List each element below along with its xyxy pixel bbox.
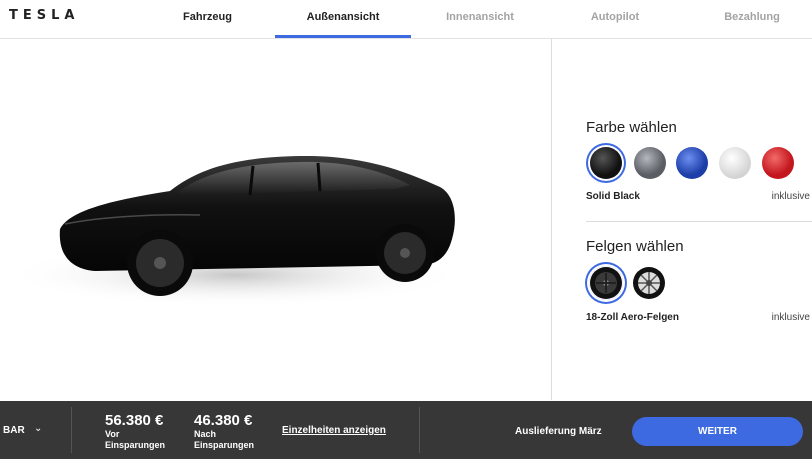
paint-selected-name: Solid Black [586, 191, 640, 202]
show-details-link[interactable]: Einzelheiten anzeigen [282, 425, 386, 436]
tab-innenansicht[interactable]: Innenansicht [425, 0, 535, 38]
aero-wheel-icon[interactable] [589, 266, 623, 300]
top-navigation: TESLA Fahrzeug Außenansicht Innenansicht… [0, 0, 812, 39]
sport-wheel-icon[interactable] [632, 266, 666, 300]
price-summary-bar: BAR ⌄ 56.380 € Vor Einsparungen 46.380 € … [0, 401, 812, 459]
car-image [5, 155, 465, 307]
tab-fahrzeug[interactable]: Fahrzeug [160, 0, 255, 38]
tab-bezahlung[interactable]: Bezahlung [700, 0, 804, 38]
price-after-label: Nach Einsparungen [194, 429, 255, 450]
panel-separator [586, 221, 812, 222]
next-button[interactable]: WEITER [632, 417, 803, 446]
paint-swatch-black[interactable] [590, 147, 622, 179]
tesla-logo[interactable]: TESLA [9, 8, 79, 23]
price-before-label: Vor Einsparungen [105, 429, 166, 450]
wheels-heading: Felgen wählen [586, 238, 684, 255]
footer-divider [71, 407, 72, 453]
price-before-savings: 56.380 € [105, 412, 164, 429]
wheels-selected-name: 18-Zoll Aero-Felgen [586, 312, 679, 323]
car-exterior-preview [0, 39, 551, 400]
options-panel: Farbe wählen Solid Black inklusive Felge… [552, 39, 812, 400]
paint-swatch-grey[interactable] [634, 147, 666, 179]
tab-autopilot[interactable]: Autopilot [565, 0, 665, 38]
chevron-down-icon[interactable]: ⌄ [34, 423, 42, 434]
tab-aussenansicht[interactable]: Außenansicht [275, 0, 411, 38]
paint-heading: Farbe wählen [586, 119, 677, 136]
paint-swatch-red[interactable] [762, 147, 794, 179]
price-after-savings: 46.380 € [194, 412, 253, 429]
paint-swatch-white[interactable] [719, 147, 751, 179]
wheels-selected-price: inklusive [771, 312, 810, 323]
payment-mode-select[interactable]: BAR [3, 425, 25, 436]
delivery-date: Auslieferung März [515, 426, 602, 437]
paint-selected-price: inklusive [771, 191, 810, 202]
paint-swatch-blue[interactable] [676, 147, 708, 179]
footer-divider-2 [419, 407, 420, 453]
